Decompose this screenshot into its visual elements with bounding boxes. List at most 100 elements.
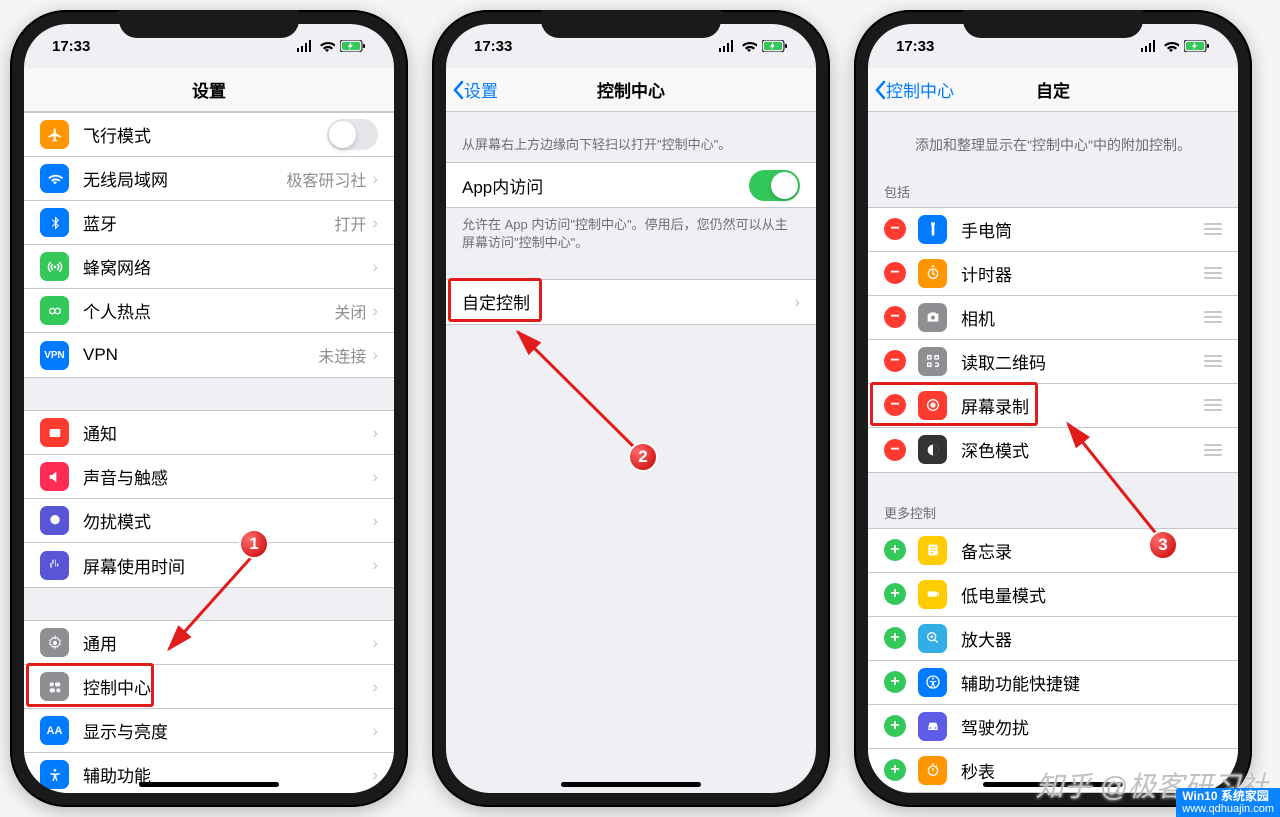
hotspot-icon (40, 296, 69, 325)
row-label: 读取二维码 (961, 349, 1204, 374)
drag-handle[interactable] (1204, 444, 1222, 456)
nav-back-button[interactable]: 设置 (452, 77, 498, 102)
chevron-right-icon: › (372, 721, 378, 741)
remove-button[interactable]: − (884, 350, 906, 372)
remove-button[interactable]: − (884, 262, 906, 284)
chevron-right-icon: › (372, 423, 378, 443)
row-app-access[interactable]: App内访问 (446, 163, 816, 207)
flashlight-icon (918, 215, 947, 244)
row-wifi[interactable]: 无线局域网 极客研习社 › (24, 157, 394, 201)
home-indicator[interactable] (561, 782, 701, 787)
custom-group: 自定控制 › (446, 279, 816, 325)
row-cellular[interactable]: 蜂窝网络 › (24, 245, 394, 289)
status-icons (1140, 40, 1210, 52)
drag-handle[interactable] (1204, 355, 1222, 367)
status-time: 17:33 (474, 38, 512, 55)
add-button[interactable]: + (884, 539, 906, 561)
qr-icon (918, 347, 947, 376)
row-bluetooth[interactable]: 蓝牙 打开 › (24, 201, 394, 245)
row-timer[interactable]: − 计时器 (868, 252, 1238, 296)
add-button[interactable]: + (884, 671, 906, 693)
step-badge-3: 3 (1148, 530, 1178, 560)
row-screen-record[interactable]: − 屏幕录制 (868, 384, 1238, 428)
accessibility-icon (40, 760, 69, 789)
remove-button[interactable]: − (884, 439, 906, 461)
phone-frame-1: 17:33 设置 飞行模式 无线局域网 极客研习社 (10, 10, 408, 807)
add-button[interactable]: + (884, 583, 906, 605)
row-notes[interactable]: + 备忘录 (868, 529, 1238, 573)
row-label: 放大器 (961, 626, 1222, 651)
settings-content[interactable]: 飞行模式 无线局域网 极客研习社 › 蓝牙 打开 › 蜂窝网络 (24, 112, 394, 793)
arrow-1 (159, 544, 264, 664)
row-label: 声音与触感 (83, 464, 372, 489)
wifi-icon (741, 40, 757, 52)
app-access-switch[interactable] (749, 170, 800, 201)
screen-2: 17:33 设置 控制中心 从屏幕右上方边缘向下轻扫以打开"控制中心"。 App… (446, 24, 816, 793)
row-qr[interactable]: − 读取二维码 (868, 340, 1238, 384)
display-icon: AA (40, 716, 69, 745)
drag-handle[interactable] (1204, 399, 1222, 411)
row-driving[interactable]: + 驾驶勿扰 (868, 705, 1238, 749)
remove-button[interactable]: − (884, 394, 906, 416)
chevron-right-icon: › (372, 169, 378, 189)
control-center-icon (40, 672, 69, 701)
row-vpn[interactable]: VPN VPN 未连接 › (24, 333, 394, 377)
airplane-switch[interactable] (327, 119, 378, 150)
row-control-center[interactable]: 控制中心 › (24, 665, 394, 709)
nav-back-label: 设置 (464, 77, 498, 102)
row-label: 计时器 (961, 261, 1204, 286)
nav-back-button[interactable]: 控制中心 (874, 77, 954, 102)
nav-bar: 控制中心 自定 (868, 68, 1238, 112)
drag-handle[interactable] (1204, 223, 1222, 235)
row-display[interactable]: AA 显示与亮度 › (24, 709, 394, 753)
dnd-icon (40, 506, 69, 535)
remove-button[interactable]: − (884, 218, 906, 240)
row-dnd[interactable]: 勿扰模式 › (24, 499, 394, 543)
add-button[interactable]: + (884, 759, 906, 781)
hint-text: 添加和整理显示在"控制中心"中的附加控制。 (868, 112, 1238, 176)
row-notifications[interactable]: 通知 › (24, 411, 394, 455)
status-time: 17:33 (52, 38, 90, 55)
row-airplane[interactable]: 飞行模式 (24, 113, 394, 157)
site-badge-url: www.qdhuajin.com (1182, 803, 1274, 815)
row-flashlight[interactable]: − 手电筒 (868, 208, 1238, 252)
customize-content[interactable]: 添加和整理显示在"控制中心"中的附加控制。 包括 − 手电筒 − 计时器 − (868, 112, 1238, 793)
airplane-icon (40, 120, 69, 149)
general-icon (40, 628, 69, 657)
row-label: 驾驶勿扰 (961, 714, 1222, 739)
row-accessibility-shortcut[interactable]: + 辅助功能快捷键 (868, 661, 1238, 705)
remove-button[interactable]: − (884, 306, 906, 328)
chevron-right-icon: › (372, 345, 378, 365)
row-customize[interactable]: 自定控制 › (446, 280, 816, 324)
row-camera[interactable]: − 相机 (868, 296, 1238, 340)
hint-text-1: 从屏幕右上方边缘向下轻扫以打开"控制中心"。 (446, 128, 816, 162)
wifi-icon (1163, 40, 1179, 52)
signal-icon (1140, 40, 1158, 52)
row-accessibility[interactable]: 辅助功能 › (24, 753, 394, 793)
chevron-right-icon: › (372, 633, 378, 653)
chevron-right-icon: › (794, 292, 800, 312)
signal-icon (296, 40, 314, 52)
row-value: 关闭 (334, 299, 366, 323)
add-button[interactable]: + (884, 715, 906, 737)
row-darkmode[interactable]: − 深色模式 (868, 428, 1238, 472)
row-magnifier[interactable]: + 放大器 (868, 617, 1238, 661)
row-sound[interactable]: 声音与触感 › (24, 455, 394, 499)
drag-handle[interactable] (1204, 267, 1222, 279)
row-lowpower[interactable]: + 低电量模式 (868, 573, 1238, 617)
row-label: 个人热点 (83, 298, 334, 323)
drag-handle[interactable] (1204, 311, 1222, 323)
chevron-right-icon: › (372, 677, 378, 697)
bluetooth-icon (40, 208, 69, 237)
add-button[interactable]: + (884, 627, 906, 649)
row-hotspot[interactable]: 个人热点 关闭 › (24, 289, 394, 333)
nav-back-label: 控制中心 (886, 77, 954, 102)
status-icons (296, 40, 366, 52)
row-label: 蓝牙 (83, 210, 334, 235)
home-indicator[interactable] (139, 782, 279, 787)
arrow-3 (1058, 416, 1168, 546)
settings-group-connectivity: 飞行模式 无线局域网 极客研习社 › 蓝牙 打开 › 蜂窝网络 (24, 112, 394, 378)
row-label: 自定控制 (462, 289, 794, 314)
phone-frame-2: 17:33 设置 控制中心 从屏幕右上方边缘向下轻扫以打开"控制中心"。 App… (432, 10, 830, 807)
row-label: 勿扰模式 (83, 508, 372, 533)
